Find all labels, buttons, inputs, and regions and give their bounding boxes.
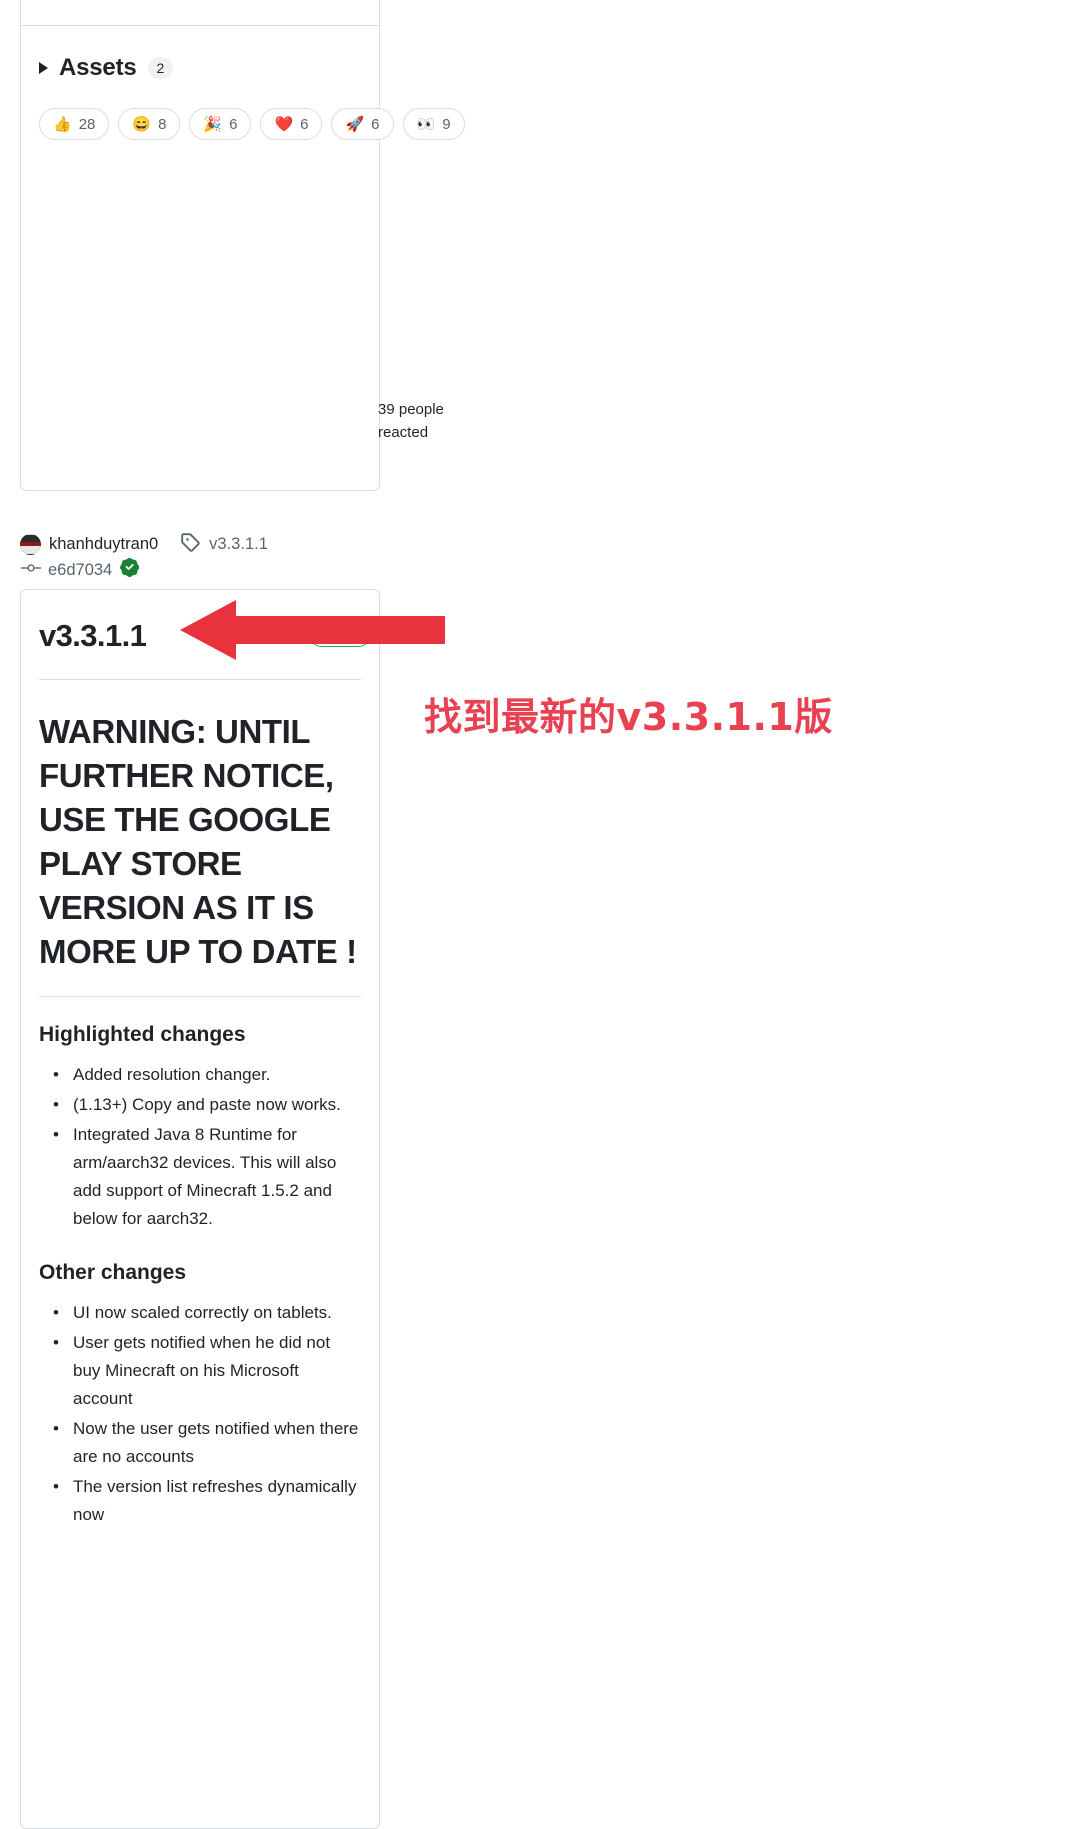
other-changes-list: UI now scaled correctly on tablets. User…	[21, 1299, 379, 1529]
commit-sha[interactable]: e6d7034	[48, 561, 112, 580]
smile-icon: 😄	[132, 115, 152, 133]
author-username[interactable]: khanhduytran0	[49, 535, 158, 554]
list-item: Now the user gets notified when there ar…	[53, 1415, 361, 1471]
reacted-summary: 39 people reacted	[378, 401, 444, 441]
eyes-icon: 👀	[416, 115, 436, 133]
reaction-count: 8	[158, 115, 167, 133]
thumbs-up-icon: 👍	[53, 115, 72, 133]
reactions-list: 👍 28 😄 8 🎉 6 ❤️ 6 🚀 6 👀 9	[21, 82, 465, 140]
list-item: (1.13+) Copy and paste now works.	[53, 1091, 361, 1119]
reaction-count: 6	[229, 115, 238, 133]
assets-label: Assets	[59, 54, 137, 81]
list-item: Added resolution changer.	[53, 1061, 361, 1089]
previous-release-card: New Crowdin updates (#1932) * New transl…	[20, 0, 465, 491]
avatar[interactable]	[20, 533, 41, 555]
release-meta: khanhduytran0 v3.3.1.1 e6d7034	[20, 532, 440, 582]
tag-name[interactable]: v3.3.1.1	[209, 535, 268, 554]
verified-check-icon[interactable]	[120, 558, 140, 582]
annotation-text: 找到最新的v3.3.1.1版	[424, 695, 833, 739]
reaction-count: 9	[442, 115, 451, 133]
reaction-count: 6	[300, 115, 309, 133]
list-item: The version list refreshes dynamically n…	[53, 1473, 361, 1529]
release-title[interactable]: v3.3.1.1	[39, 618, 147, 654]
section-heading-other-changes: Other changes	[39, 1261, 187, 1284]
release-card: v3.3.1.1 Latest WARNING: UNTIL FURTHER N…	[20, 589, 380, 1829]
reaction-thumbs-up[interactable]: 👍 28	[39, 108, 110, 140]
list-item: UI now scaled correctly on tablets.	[53, 1299, 361, 1327]
reaction-party[interactable]: 🎉 6	[189, 108, 252, 140]
reaction-eyes[interactable]: 👀 9	[402, 108, 465, 140]
latest-badge: Latest	[308, 619, 373, 647]
commit-icon	[20, 560, 44, 581]
reaction-heart[interactable]: ❤️ 6	[260, 108, 323, 140]
party-popper-icon: 🎉	[203, 115, 223, 133]
assets-disclosure[interactable]: Assets 2	[21, 26, 379, 82]
release-header: v3.3.1.1 Latest	[21, 590, 379, 654]
release-commit-row: e6d7034	[20, 558, 440, 582]
release-author-row: khanhduytran0 v3.3.1.1	[20, 532, 440, 556]
warning-heading: WARNING: UNTIL FURTHER NOTICE, USE THE G…	[39, 713, 357, 970]
triangle-right-icon	[39, 62, 48, 74]
reaction-count: 28	[78, 115, 96, 133]
reaction-rocket[interactable]: 🚀 6	[331, 108, 394, 140]
highlighted-changes-list: Added resolution changer. (1.13+) Copy a…	[21, 1061, 379, 1233]
reaction-smile[interactable]: 😄 8	[118, 108, 181, 140]
list-item: Integrated Java 8 Runtime for arm/aarch3…	[53, 1121, 361, 1233]
tag-icon	[180, 532, 200, 557]
reaction-count: 6	[371, 115, 380, 133]
list-item: User gets notified when he did not buy M…	[53, 1329, 361, 1413]
rocket-icon: 🚀	[345, 115, 365, 133]
section-heading-highlighted-changes: Highlighted changes	[39, 1023, 246, 1046]
commit-message: New Crowdin updates (#1932) * New transl…	[39, 0, 361, 4]
heart-icon: ❤️	[274, 115, 294, 133]
assets-count-badge: 2	[147, 57, 174, 79]
